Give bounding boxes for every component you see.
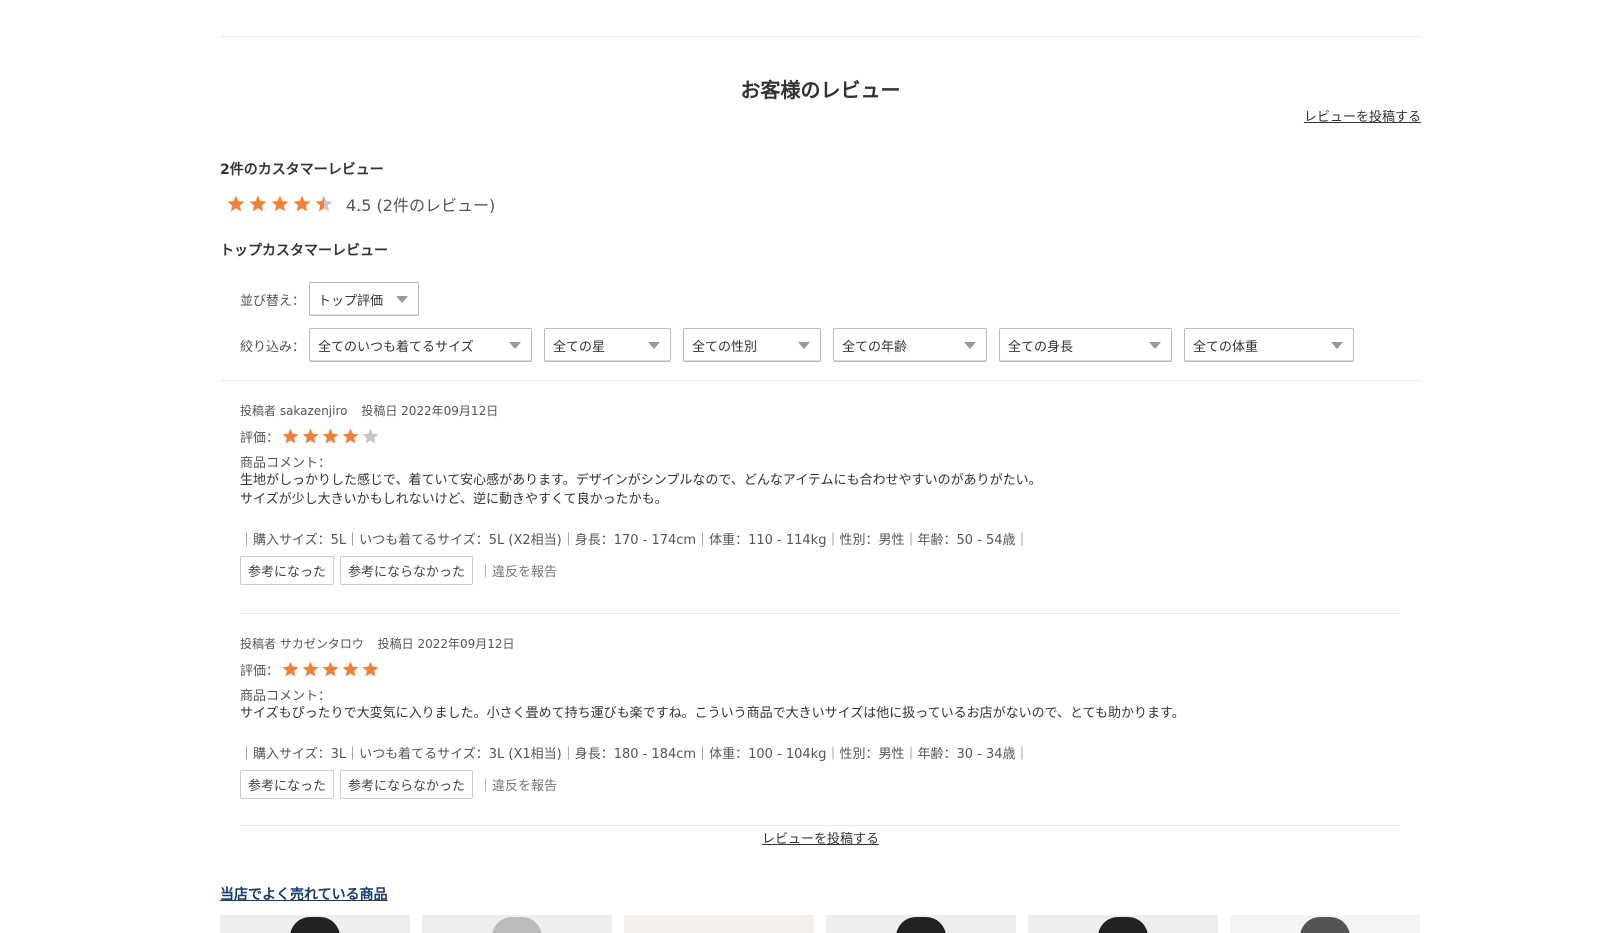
review-divider [240, 613, 1400, 614]
sort-select-value: トップ評価 [318, 293, 384, 309]
review-comment-label: 商品コメント： [240, 689, 332, 704]
star-icon [362, 661, 379, 677]
star-icon [249, 195, 267, 212]
filter-age-select[interactable]: 全ての年齢 [833, 328, 988, 362]
chevron-down-icon [648, 341, 661, 349]
filter-weight-value: 全ての体重 [1193, 339, 1259, 355]
sort-select[interactable]: トップ評価 [309, 282, 420, 316]
filter-age-value: 全ての年齢 [842, 339, 908, 355]
review-rating-label: 評価： [240, 664, 280, 679]
review-item: 投稿者 サカゼンタロウ 投稿日 2022年09月12日 評価： 商品コメント： … [240, 635, 1400, 799]
star-icon [342, 661, 359, 677]
review-meta: 投稿者 サカゼンタロウ 投稿日 2022年09月12日 [240, 635, 1400, 652]
helpful-button[interactable]: 参考になった [240, 770, 335, 799]
review-rating-label: 評価： [240, 431, 280, 446]
sort-label: 並び替え： [240, 293, 306, 309]
review-attributes: ｜購入サイズ：3L｜いつも着てるサイズ：3L (X1相当)｜身長：180 - 1… [240, 747, 1029, 762]
review-item: 投稿者 sakazenjiro 投稿日 2022年09月12日 評価： 商品コメ… [240, 402, 1400, 585]
star-icon [293, 195, 311, 212]
post-review-link-bottom[interactable]: レビューを投稿する [762, 832, 879, 847]
page-title: お客様のレビュー [740, 78, 901, 102]
best-sellers-title[interactable]: 当店でよく売れている商品 [220, 884, 388, 904]
review-date: 投稿日 2022年09月12日 [361, 404, 499, 418]
star-icon [322, 661, 339, 677]
star-icon [342, 428, 359, 444]
star-icon [322, 428, 339, 444]
filter-gender-select[interactable]: 全ての性別 [683, 328, 822, 362]
star-icon [302, 428, 319, 444]
product-thumbnail[interactable] [1028, 915, 1218, 933]
rating-summary: 4.5 (2件のレビュー) [226, 192, 495, 216]
star-icon [302, 661, 319, 677]
product-thumbnail[interactable] [624, 915, 814, 933]
product-thumbnail[interactable] [220, 915, 410, 933]
helpful-button[interactable]: 参考になった [240, 556, 335, 585]
not-helpful-button[interactable]: 参考にならなかった [340, 556, 474, 585]
review-count-title: 2件のカスタマーレビュー [220, 162, 384, 178]
review-actions: 参考になった 参考にならなかった ｜違反を報告 [240, 556, 1400, 585]
product-photo [1098, 917, 1148, 933]
filter-label: 絞り込み： [240, 339, 306, 355]
review-meta: 投稿者 sakazenjiro 投稿日 2022年09月12日 [240, 402, 1400, 419]
post-review-link-bottom-wrap: レビューを投稿する [220, 828, 1421, 847]
product-thumbnail[interactable] [422, 915, 612, 933]
chevron-down-icon [964, 341, 977, 349]
product-photo [290, 917, 340, 933]
review-poster: 投稿者 sakazenjiro [240, 404, 348, 418]
product-photo [896, 917, 946, 933]
filter-stars-value: 全ての星 [553, 339, 606, 355]
product-photo [1300, 917, 1350, 933]
chevron-down-icon [396, 295, 409, 303]
review-attributes: ｜購入サイズ：5L｜いつも着てるサイズ：5L (X2相当)｜身長：170 - 1… [240, 533, 1029, 548]
filter-row: 絞り込み： 全てのいつも着てるサイズ 全ての星 全ての性別 全ての年齢 全ての身… [240, 328, 1366, 362]
review-comment-line: サイズが少し大きいかもしれないけど、逆に動きやすくて良かったかも。 [240, 492, 668, 507]
review-rating-stars [281, 427, 381, 446]
post-review-link-top[interactable]: レビューを投稿する [1304, 106, 1421, 125]
filter-divider [220, 380, 1421, 381]
report-link[interactable]: ｜違反を報告 [479, 561, 557, 580]
rating-stars [226, 194, 336, 214]
review-poster: 投稿者 サカゼンタロウ [240, 637, 364, 651]
filter-height-select[interactable]: 全ての身長 [999, 328, 1173, 362]
review-rating: 評価： [240, 660, 1400, 679]
sort-row: 並び替え： トップ評価 [240, 282, 431, 316]
chevron-down-icon [509, 341, 522, 349]
filter-weight-select[interactable]: 全ての体重 [1184, 328, 1355, 362]
filter-size-select[interactable]: 全てのいつも着てるサイズ [309, 328, 533, 362]
product-thumbnail[interactable] [826, 915, 1016, 933]
review-actions: 参考になった 参考にならなかった ｜違反を報告 [240, 770, 1400, 799]
product-photo [492, 917, 542, 933]
filter-stars-select[interactable]: 全ての星 [544, 328, 672, 362]
review-comment-line: 生地がしっかりした感じで、着ていて安心感があります。デザインがシンプルなので、ど… [240, 473, 1042, 488]
chevron-down-icon [1331, 341, 1344, 349]
half-star-icon [315, 195, 333, 212]
best-sellers-strip [220, 915, 1420, 933]
product-thumbnail[interactable] [1230, 915, 1420, 933]
filter-size-value: 全てのいつも着てるサイズ [318, 339, 474, 355]
star-icon [227, 195, 245, 212]
not-helpful-button[interactable]: 参考にならなかった [340, 770, 474, 799]
rating-summary-text: 4.5 (2件のレビュー) [346, 196, 496, 215]
review-rating: 評価： [240, 427, 1400, 446]
review-comment-line: サイズもぴったりで大変気に入りました。小さく畳めて持ち運びも楽ですね。こういう商… [240, 706, 1185, 721]
review-date: 投稿日 2022年09月12日 [377, 637, 515, 651]
empty-star-icon [362, 428, 379, 444]
review-comment-label: 商品コメント： [240, 456, 332, 471]
star-icon [282, 661, 299, 677]
review-rating-stars [281, 660, 381, 679]
star-icon [282, 428, 299, 444]
review-divider [240, 825, 1400, 826]
filter-height-value: 全ての身長 [1008, 339, 1074, 355]
chevron-down-icon [798, 341, 811, 349]
chevron-down-icon [1149, 341, 1162, 349]
star-icon [271, 195, 289, 212]
top-divider [220, 36, 1421, 37]
report-link[interactable]: ｜違反を報告 [479, 775, 557, 794]
top-reviews-title: トップカスタマーレビュー [220, 243, 388, 259]
filter-gender-value: 全ての性別 [692, 339, 758, 355]
